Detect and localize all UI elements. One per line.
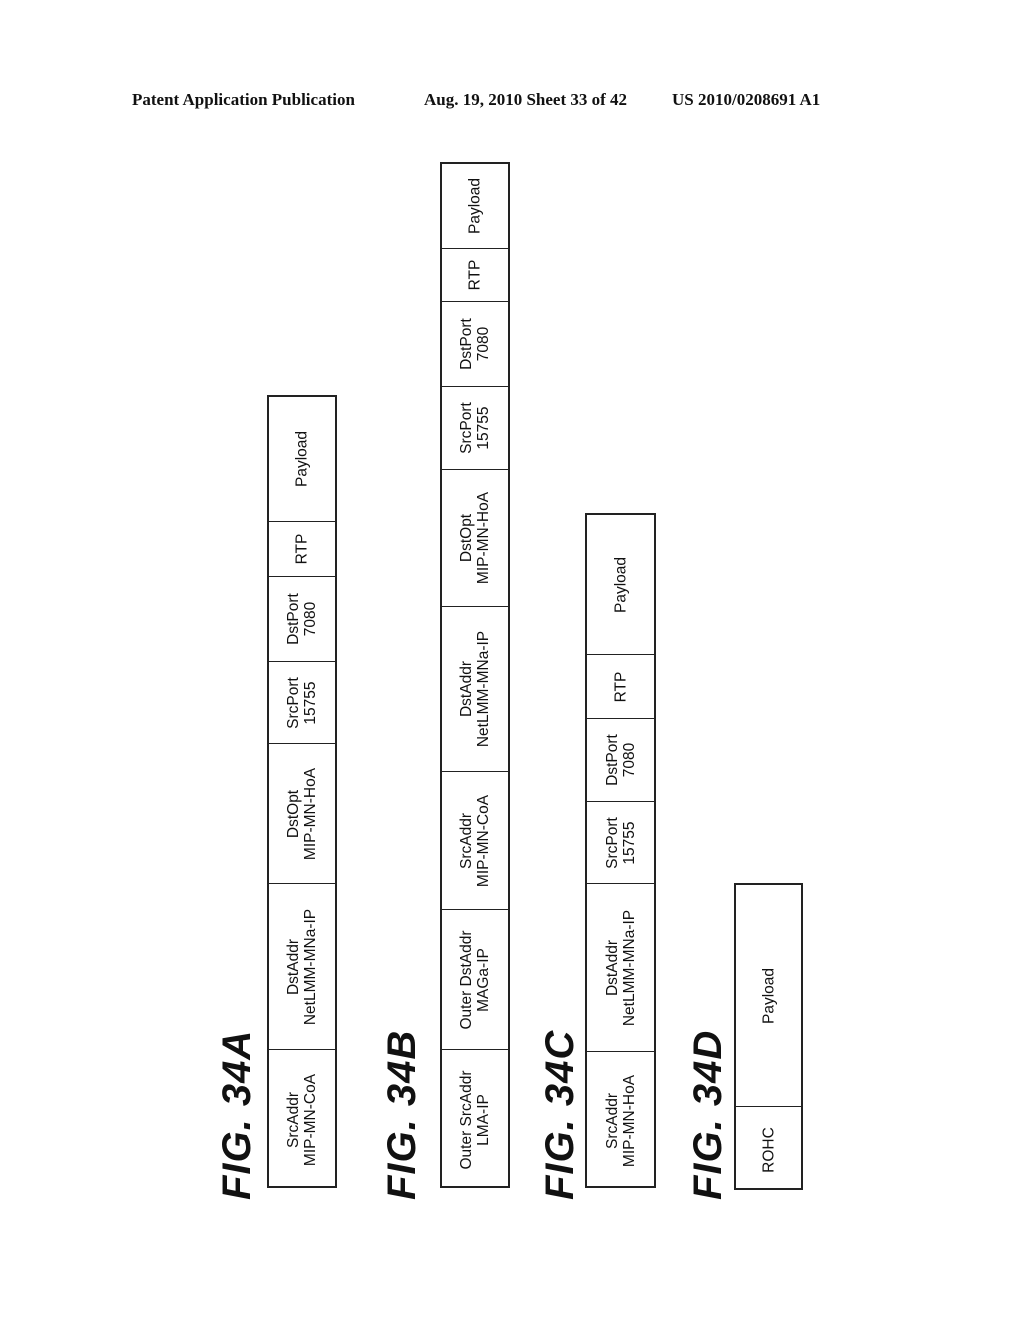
packet-field-label: RTP [294,534,311,565]
field-value: NetLMM-MNa-IP [475,630,492,748]
packet-field: DstAddr NetLMM-MNa-IP [269,884,335,1050]
packet-field: RTP [269,522,335,577]
field-name: DstAddr [603,939,621,996]
packet-field-label: DstOpt MIP-MN-HoA [285,767,319,859]
field-name: SrcAddr [603,1093,621,1150]
field-value: NetLMM-MNa-IP [302,908,319,1025]
field-name: Payload [293,430,311,488]
field-name: ROHC [760,1126,777,1173]
packet-field-label: DstAddr NetLMM-MNa-IP [458,631,492,747]
field-name: DstPort [458,318,475,370]
packet-format-fig-34a: SrcAddr MIP-MN-CoA DstAddr NetLMM-MNa-IP Dst… [267,395,337,1188]
packet-field: RTP [442,249,508,302]
packet-field-label: DstAddr NetLMM-MNa-IP [285,908,319,1024]
packet-field-label: Payload [612,556,629,612]
packet-field-label: ROHC [760,1127,777,1173]
field-name: DstOpt [285,789,302,838]
field-value: MIP-MN-HoA [302,767,319,860]
field-name: DstAddr [458,661,475,718]
packet-field-label: SrcPort 15755 [604,817,638,869]
figure-label: FIG. 34B [380,1029,424,1200]
field-value: 15755 [620,820,638,865]
packet-field: DstAddr NetLMM-MNa-IP [587,884,654,1052]
packet-format-fig-34b: Outer SrcAddr LMA-IP Outer DstAddr MAGa-IP S… [440,162,510,1188]
field-name: DstPort [603,734,621,786]
field-value: 7080 [302,601,319,637]
field-name: RTP [612,671,629,702]
field-value: MIP-MN-CoA [475,794,492,887]
date-sheet: Aug. 19, 2010 Sheet 33 of 42 [424,90,628,109]
packet-field-label: DstAddr NetLMM-MNa-IP [604,909,638,1025]
packet-field-label: Payload [467,178,484,234]
field-name: Outer SrcAddr [458,1070,475,1170]
field-name: Payload [760,967,777,1024]
packet-field: DstOpt MIP-MN-HoA [269,744,335,884]
field-name: SrcPort [603,816,621,869]
field-name: SrcPort [285,676,302,729]
packet-format-fig-34c: SrcAddr MIP-MN-HoA DstAddr NetLMM-MNa-IP Src… [585,513,656,1188]
packet-field-label: Outer SrcAddr LMA-IP [458,1070,492,1169]
field-value: 7080 [620,742,638,778]
packet-field: RTP [587,655,654,719]
packet-field: DstPort 7080 [442,302,508,387]
field-name: SrcAddr [458,812,475,869]
field-name: DstPort [285,593,302,645]
packet-field: DstAddr NetLMM-MNa-IP [442,607,508,772]
packet-field: Outer DstAddr MAGa-IP [442,910,508,1050]
field-name: SrcPort [458,402,475,454]
packet-field: SrcAddr MIP-MN-CoA [442,772,508,910]
packet-field: DstOpt MIP-MN-HoA [442,470,508,607]
figure-label: FIG. 34A [215,1029,259,1200]
packet-field: SrcAddr MIP-MN-HoA [587,1052,654,1190]
packet-field-label: DstPort 7080 [604,734,638,786]
field-value: 15755 [475,406,492,450]
packet-field: Payload [587,515,654,655]
packet-field: SrcPort 15755 [587,802,654,884]
field-name: Payload [612,556,629,613]
packet-field-label: SrcAddr MIP-MN-HoA [604,1075,638,1167]
packet-field: SrcPort 15755 [442,387,508,470]
packet-field: Payload [736,885,801,1107]
field-value: 7080 [475,326,492,362]
packet-field-label: RTP [467,260,484,291]
packet-field: DstPort 7080 [269,577,335,662]
patent-number: US 2010/0208691 A1 [672,90,821,109]
packet-field-label: DstPort 7080 [285,593,319,645]
packet-field: Payload [269,397,335,522]
packet-field: Outer SrcAddr LMA-IP [442,1050,508,1190]
publication-title: Patent Application Publication [132,90,355,109]
field-name: RTP [293,533,311,565]
field-name: RTP [466,259,484,291]
packet-format-fig-34d: ROHC Payload [734,883,803,1190]
packet-field: SrcAddr MIP-MN-CoA [269,1050,335,1190]
packet-field-label: SrcPort 15755 [458,402,492,454]
field-name: Payload [466,177,484,235]
figure-label: FIG. 34D [686,1029,730,1200]
packet-field-label: SrcPort 15755 [285,677,319,729]
packet-field: DstPort 7080 [587,719,654,802]
field-value: MIP-MN-HoA [620,1074,638,1168]
field-name: Outer DstAddr [458,929,475,1030]
packet-field-label: Outer DstAddr MAGa-IP [458,930,492,1029]
field-value: MAGa-IP [475,947,492,1012]
packet-field-label: DstPort 7080 [458,318,492,370]
packet-field: SrcPort 15755 [269,662,335,744]
packet-field-label: SrcAddr MIP-MN-CoA [285,1074,319,1166]
packet-field: ROHC [736,1107,801,1192]
packet-field-label: Payload [294,431,311,487]
field-value: MIP-MN-CoA [302,1073,319,1167]
packet-field-label: RTP [612,671,629,702]
packet-field-label: Payload [760,967,777,1023]
field-value: NetLMM-MNa-IP [620,909,638,1026]
field-value: 15755 [302,680,319,725]
field-value: LMA-IP [475,1094,492,1146]
field-value: MIP-MN-HoA [475,491,492,585]
packet-field: Payload [442,164,508,249]
packet-field-label: DstOpt MIP-MN-HoA [458,492,492,584]
field-name: DstAddr [285,938,302,995]
figure-label: FIG. 34C [538,1029,582,1200]
packet-field-label: SrcAddr MIP-MN-CoA [458,794,492,886]
field-name: SrcAddr [285,1092,302,1149]
field-name: DstOpt [458,513,475,563]
